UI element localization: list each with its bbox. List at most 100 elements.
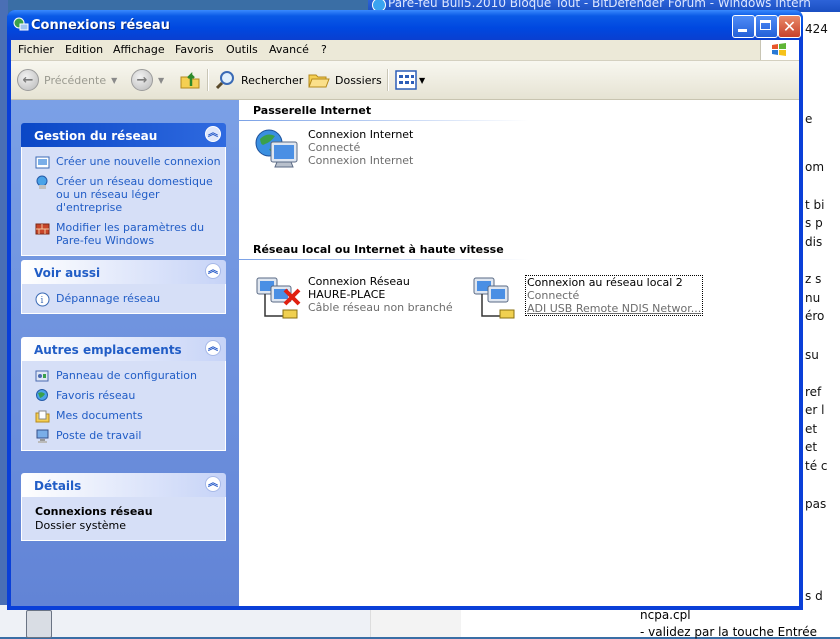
svg-text:i: i: [41, 296, 44, 306]
collapse-chevron-icon[interactable]: ︽: [205, 340, 221, 356]
close-button[interactable]: ✕: [778, 15, 801, 38]
see-also-body: i Dépannage réseau: [21, 284, 226, 314]
menu-avance[interactable]: Avancé: [269, 43, 309, 56]
my-documents-icon: [35, 410, 50, 423]
chevron-down-icon: ▼: [419, 75, 426, 85]
bg-fragment: ref: [805, 385, 822, 399]
place-label: Mes documents: [56, 409, 143, 422]
connection-internet[interactable]: Connexion Internet Connecté Connexion In…: [255, 127, 455, 177]
connections-view[interactable]: Passerelle Internet Connexion Internet C…: [239, 100, 799, 606]
window-title: Connexions réseau: [31, 18, 170, 33]
connection-status: Connecté: [308, 141, 361, 154]
minimize-button[interactable]: [732, 15, 755, 38]
menu-favoris[interactable]: Favoris: [175, 43, 214, 56]
menu-bar: Fichier Edition Affichage Favoris Outils…: [11, 40, 799, 61]
menu-edition[interactable]: Edition: [65, 43, 103, 56]
search-button[interactable]: Rechercher: [216, 69, 303, 91]
menu-affichage[interactable]: Affichage: [113, 43, 165, 56]
views-icon: [395, 70, 417, 90]
toolbar-separator: [387, 69, 389, 91]
maximize-button[interactable]: [755, 15, 778, 38]
forward-button[interactable]: → ▼: [131, 69, 164, 91]
window-titlebar[interactable]: Connexions réseau ✕: [7, 10, 803, 40]
place-my-documents[interactable]: Mes documents: [22, 409, 225, 423]
network-tasks-header[interactable]: Gestion du réseau ︽: [21, 123, 226, 147]
search-icon: [216, 71, 234, 90]
windows-logo: [760, 40, 799, 60]
group-divider: [239, 120, 529, 121]
collapse-chevron-icon[interactable]: ︽: [205, 126, 221, 142]
standard-toolbar: ← Précédente ▼ → ▼ Rechercher Dossiers ▼: [11, 61, 799, 100]
views-button[interactable]: ▼: [395, 69, 425, 91]
details-box: Détails ︽ Connexions réseau Dossier syst…: [21, 473, 226, 541]
folders-button[interactable]: Dossiers: [308, 69, 382, 91]
collapse-chevron-icon[interactable]: ︽: [205, 263, 221, 279]
group-divider: [239, 259, 529, 260]
lan-disconnected-icon: [256, 277, 301, 319]
place-control-panel[interactable]: Panneau de configuration: [22, 369, 225, 382]
connection-local-2[interactable]: Connexion au réseau local 2 Connecté ADI…: [472, 274, 712, 324]
other-places-header[interactable]: Autres emplacements ︽: [21, 337, 226, 361]
lan-connected-icon: [473, 277, 515, 319]
bg-command-text: ncpa.cpl: [640, 608, 691, 622]
group-title-lan: Réseau local ou Internet à haute vitesse: [253, 243, 504, 256]
bg-fragment: e: [805, 112, 813, 126]
bg-fragment: éro: [805, 309, 825, 323]
folder-up-icon: [180, 71, 200, 89]
bg-fragment: su: [805, 348, 819, 362]
menu-help[interactable]: ?: [321, 43, 327, 56]
bg-fragment: om: [805, 160, 825, 174]
connection-name-line2: HAURE-PLACE: [308, 288, 386, 301]
help-icon: i: [35, 292, 50, 307]
bg-fragment: s d: [805, 589, 823, 603]
back-button[interactable]: ← Précédente ▼: [17, 69, 117, 91]
firewall-icon: [35, 223, 50, 235]
connection-name: Connexion Réseau: [308, 275, 410, 288]
up-folder-button[interactable]: [179, 69, 201, 91]
windows-flag-icon: [772, 43, 786, 56]
search-label: Rechercher: [241, 73, 304, 87]
other-places-box: Autres emplacements ︽ Panneau de configu…: [21, 337, 226, 451]
folders-icon: [308, 74, 330, 88]
task-label: Créer une nouvelle connexion: [56, 155, 221, 168]
back-arrow-icon: ←: [17, 69, 39, 91]
internet-gateway-icon: [255, 129, 298, 168]
home-network-icon: [36, 175, 48, 189]
document-icon[interactable]: [26, 610, 52, 638]
network-connections-window[interactable]: Connexions réseau ✕ Fichier Edition Affi…: [7, 10, 803, 610]
details-title: Détails: [34, 479, 82, 493]
group-title-gateway: Passerelle Internet: [253, 104, 372, 117]
back-label: Précédente: [44, 73, 107, 87]
bg-fragment: et: [805, 422, 818, 436]
menu-outils[interactable]: Outils: [226, 43, 258, 56]
chevron-down-icon: ▼: [111, 75, 118, 85]
other-places-body: Panneau de configuration Favoris réseau …: [21, 361, 226, 451]
folders-label: Dossiers: [335, 73, 382, 87]
connection-haure-place[interactable]: Connexion Réseau HAURE-PLACE Câble résea…: [255, 274, 455, 324]
details-header[interactable]: Détails ︽: [21, 473, 226, 497]
bg-fragment: s p: [805, 216, 823, 230]
connection-status: Connecté: [527, 289, 580, 302]
my-computer-icon: [36, 429, 49, 443]
task-label: Dépannage réseau: [56, 292, 161, 305]
bg-fragment: er l: [805, 403, 825, 417]
menu-fichier[interactable]: Fichier: [18, 43, 54, 56]
bg-fragment: pas: [805, 497, 827, 511]
background-browser-title: Pare-feu Bull5.2010 Bloque Tout - BitDef…: [388, 0, 811, 10]
details-item-type: Dossier système: [35, 519, 127, 532]
task-create-connection[interactable]: Créer une nouvelle connexion: [22, 155, 225, 169]
place-network-places[interactable]: Favoris réseau: [22, 389, 225, 402]
task-home-network[interactable]: Créer un réseau domestique ou un réseau …: [22, 175, 225, 214]
connection-device: ADI USB Remote NDIS Networ...: [527, 302, 702, 315]
bg-fragment: nu: [805, 291, 821, 305]
task-network-troubleshooting[interactable]: i Dépannage réseau: [22, 292, 225, 307]
see-also-header[interactable]: Voir aussi ︽: [21, 260, 226, 284]
task-firewall-settings[interactable]: Modifier les paramètres du Pare-feu Wind…: [22, 221, 225, 247]
new-connection-icon: [35, 156, 50, 169]
collapse-chevron-icon[interactable]: ︽: [205, 476, 221, 492]
bg-fragment: z s: [805, 272, 822, 286]
place-my-computer[interactable]: Poste de travail: [22, 429, 225, 443]
close-icon: ✕: [782, 17, 797, 36]
network-folder-icon: [13, 17, 29, 31]
task-label: Créer un réseau domestique ou un réseau …: [56, 175, 213, 214]
